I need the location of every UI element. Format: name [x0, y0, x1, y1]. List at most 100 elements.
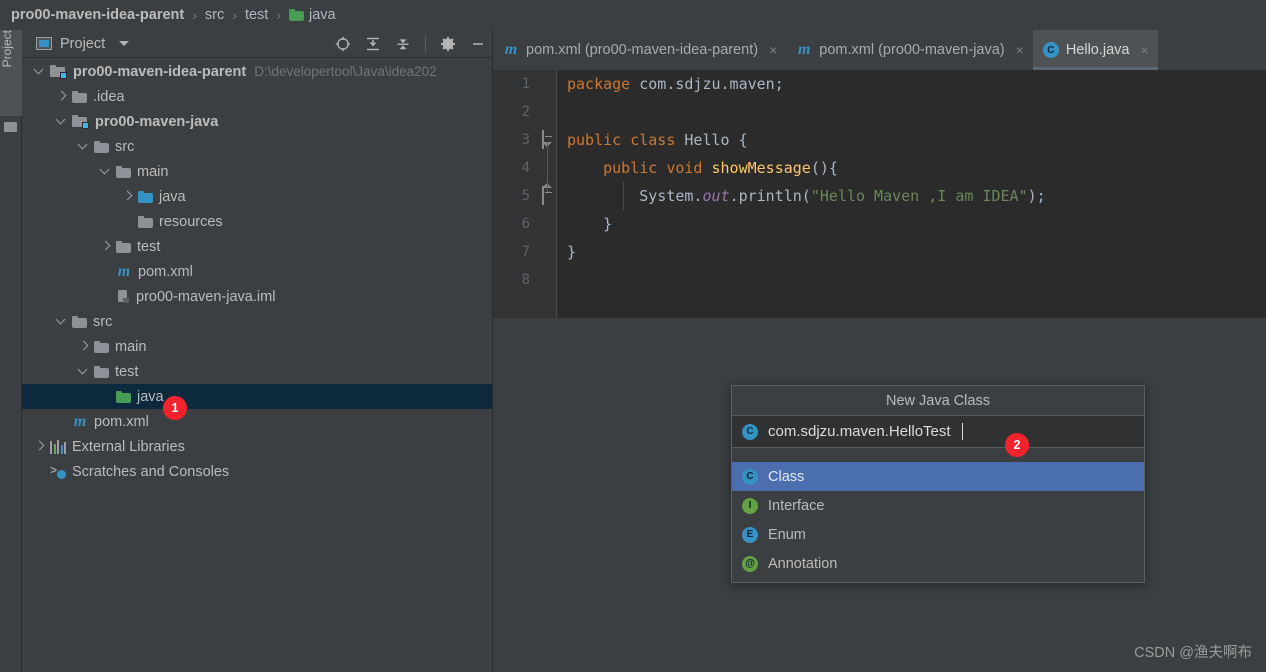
tree-row[interactable]: m pom.xml	[22, 259, 492, 284]
breadcrumb-item-java[interactable]: java	[286, 7, 339, 23]
chevron-right-icon[interactable]	[34, 441, 46, 453]
chevron-down-icon[interactable]	[78, 366, 90, 378]
hide-panel-icon[interactable]	[470, 36, 486, 52]
maven-icon: m	[504, 41, 518, 58]
tree-row[interactable]: .idea	[22, 84, 492, 109]
tree-row[interactable]: resources	[22, 209, 492, 234]
project-panel-title-group[interactable]: Project	[36, 35, 130, 52]
folder-icon	[138, 215, 153, 228]
chevron-right-icon[interactable]	[122, 191, 134, 203]
watermark: CSDN @渔夫啊布	[1134, 645, 1252, 661]
tree-row[interactable]: pro00-maven-java.iml	[22, 284, 492, 309]
chevron-down-icon[interactable]	[78, 141, 90, 153]
tree-row[interactable]: External Libraries	[22, 434, 492, 459]
kind-annotation-icon: @	[742, 555, 758, 572]
code-token: public void	[567, 159, 712, 177]
panel-title: Project	[60, 35, 106, 52]
tree-row[interactable]: pro00-maven-java	[22, 109, 492, 134]
tree-item-label: pom.xml	[94, 413, 149, 430]
tree-row[interactable]: test	[22, 234, 492, 259]
expand-all-icon[interactable]	[365, 36, 381, 52]
code-token: package	[567, 75, 640, 93]
maven-icon: m	[73, 412, 87, 430]
popup-kind-label: Annotation	[768, 555, 838, 572]
collapse-all-icon[interactable]	[395, 36, 411, 52]
code-token: {	[738, 131, 748, 149]
annotation-badge-2: 2	[1005, 433, 1029, 457]
tree-row[interactable]: main	[22, 159, 492, 184]
project-icon	[36, 37, 52, 50]
annotation-number: 2	[1013, 438, 1021, 452]
tree-row[interactable]: java	[22, 184, 492, 209]
editor-tab[interactable]: C Hello.java ×	[1032, 30, 1158, 70]
new-java-class-popup: New Java Class C com.sdjzu.maven.HelloTe…	[731, 385, 1145, 583]
editor-code[interactable]: package com.sdjzu.maven; public class He…	[557, 70, 1266, 318]
code-line: }	[567, 210, 1266, 238]
tree-row-java-test[interactable]: java	[22, 384, 492, 409]
chevron-down-icon[interactable]	[119, 41, 130, 46]
breadcrumb-item-test[interactable]: test	[242, 7, 271, 23]
kind-enum-icon: E	[742, 526, 758, 543]
breadcrumb-item-project[interactable]: pro00-maven-idea-parent	[8, 7, 187, 23]
chevron-right-icon[interactable]	[78, 341, 90, 353]
popup-kind-item[interactable]: C Class	[732, 462, 1144, 491]
select-opened-file-icon[interactable]	[335, 36, 351, 52]
code-editor[interactable]: 12345678 package com.sdjzu.maven; public…	[493, 70, 1266, 318]
code-line: public class Hello {	[567, 126, 1266, 154]
chevron-down-icon[interactable]	[34, 66, 46, 78]
tree-item-label: main	[137, 163, 169, 180]
editor-tab-bar: m pom.xml (pro00-maven-idea-parent) × m pom.…	[493, 30, 1266, 70]
settings-gear-icon[interactable]	[440, 36, 456, 52]
java-class-icon: C	[742, 423, 758, 440]
tree-item-label: src	[115, 138, 135, 155]
tree-row[interactable]: src	[22, 134, 492, 159]
toolbar-divider	[425, 36, 426, 52]
tree-row[interactable]: pro00-maven-idea-parent D:\developertool\…	[22, 59, 492, 84]
tree-item-label: test	[115, 363, 139, 380]
close-icon[interactable]: ×	[769, 42, 777, 58]
code-token: .println(	[729, 187, 811, 205]
popup-kind-list[interactable]: C Class I Interface E Enum @ Annotation	[732, 462, 1144, 582]
code-line: }	[567, 238, 1266, 266]
tool-window-strip-left: Project	[0, 30, 22, 672]
chevron-down-icon[interactable]	[100, 166, 112, 178]
breadcrumb: pro00-maven-idea-parent › src › test › j…	[0, 0, 1266, 30]
line-number: 8	[521, 272, 530, 288]
chevron-right-icon[interactable]	[100, 241, 112, 253]
code-line: package com.sdjzu.maven;	[567, 70, 1266, 98]
editor-gutter[interactable]: 12345678	[493, 70, 557, 318]
popup-kind-item[interactable]: @ Annotation	[732, 549, 1144, 578]
editor-area: m pom.xml (pro00-maven-idea-parent) × m pom.…	[493, 30, 1266, 672]
project-tree[interactable]: pro00-maven-idea-parent D:\developertool\…	[22, 59, 492, 672]
breadcrumb-separator: ›	[232, 7, 237, 23]
project-tool-window: Project pro00-maven-idea-parent D:\devel…	[22, 30, 493, 672]
close-icon[interactable]: ×	[1016, 42, 1024, 58]
tree-row[interactable]: Scratches and Consoles	[22, 459, 492, 484]
fold-region-open-icon[interactable]	[542, 130, 553, 149]
popup-kind-item[interactable]: E Enum	[732, 520, 1144, 549]
editor-tab[interactable]: m pom.xml (pro00-maven-java) ×	[786, 30, 1033, 70]
breadcrumb-item-src[interactable]: src	[202, 7, 227, 23]
folder-green-icon	[116, 390, 131, 403]
module-folder-icon	[72, 114, 89, 129]
tree-row[interactable]: m pom.xml	[22, 409, 492, 434]
chevron-down-icon[interactable]	[56, 316, 68, 328]
close-icon[interactable]: ×	[1140, 42, 1148, 58]
editor-tab[interactable]: m pom.xml (pro00-maven-idea-parent) ×	[493, 30, 786, 70]
code-line: System.out.println("Hello Maven ,I am ID…	[567, 182, 1266, 210]
code-token: Hello	[684, 131, 739, 149]
chevron-right-icon[interactable]	[56, 91, 68, 103]
tree-row[interactable]: src	[22, 309, 492, 334]
tree-row[interactable]: main	[22, 334, 492, 359]
popup-input[interactable]: C com.sdjzu.maven.HelloTest	[732, 416, 1144, 448]
tree-item-label: pom.xml	[138, 263, 193, 280]
tool-window-button-project[interactable]: Project	[0, 30, 22, 116]
line-number: 7	[521, 244, 530, 260]
tree-row[interactable]: test	[22, 359, 492, 384]
chevron-down-icon[interactable]	[56, 116, 68, 128]
popup-kind-item[interactable]: I Interface	[732, 491, 1144, 520]
